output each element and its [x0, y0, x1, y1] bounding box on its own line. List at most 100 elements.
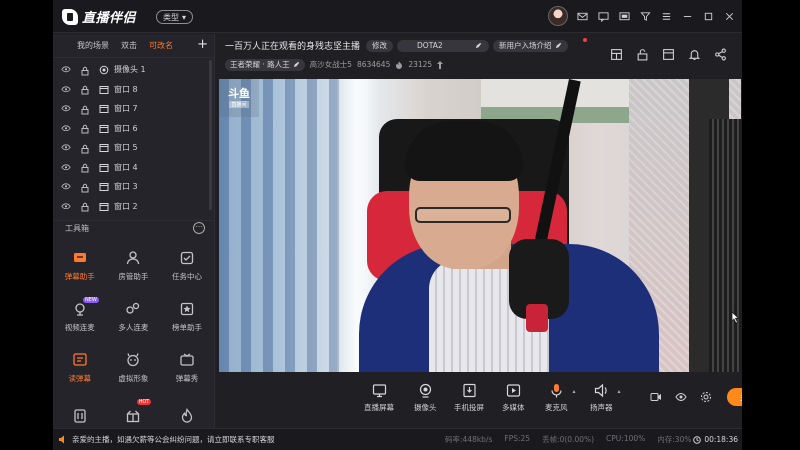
- pencil-icon: [293, 61, 299, 68]
- source-item[interactable]: 窗口 8: [53, 80, 214, 100]
- source-item[interactable]: 摄像头 1: [53, 60, 214, 80]
- announcement-icon: [59, 435, 64, 444]
- close-live-button[interactable]: 关闭直播: [727, 388, 742, 406]
- tab-renamable[interactable]: 可改名: [149, 40, 173, 51]
- lock-icon[interactable]: [80, 105, 90, 115]
- menu-icon[interactable]: [660, 10, 673, 23]
- maximize-icon[interactable]: [702, 10, 715, 23]
- bottom-tool-speaker[interactable]: 扬声器 ▴: [590, 383, 621, 413]
- bottom-tool-label: 摄像头: [414, 403, 437, 412]
- record-icon[interactable]: [650, 391, 662, 403]
- mail-icon[interactable]: [576, 10, 589, 23]
- screen-icon[interactable]: [618, 10, 631, 23]
- window-icon: [99, 85, 109, 94]
- lock-icon[interactable]: [80, 85, 90, 95]
- close-icon[interactable]: [723, 10, 736, 23]
- unlock-icon[interactable]: [636, 48, 649, 61]
- tool-label: 房管助手: [118, 271, 149, 281]
- eye-icon[interactable]: [61, 85, 71, 93]
- notice-text: 亲爱的主播，如遇欠薪等公会纠纷问题，请立即联系专职客服: [72, 435, 275, 444]
- tool-label: 弹幕助手: [64, 271, 95, 281]
- add-scene-button[interactable]: +: [197, 37, 208, 52]
- tab-double-click[interactable]: 双击: [121, 40, 137, 51]
- filter-icon[interactable]: [639, 10, 652, 23]
- message-icon[interactable]: [597, 10, 610, 23]
- tool-item[interactable]: 房管助手: [107, 240, 161, 291]
- eye-icon[interactable]: [61, 105, 71, 113]
- stand-grille: [709, 119, 741, 372]
- share-icon[interactable]: [714, 48, 727, 61]
- source-item[interactable]: 窗口 5: [53, 138, 214, 158]
- bottom-tool-microphone[interactable]: 麦克风 ▴: [545, 383, 576, 413]
- bottom-tool-screen-share[interactable]: 直播屏幕: [364, 383, 394, 413]
- camera-icon: [99, 65, 109, 75]
- toolbox-more-button[interactable]: ···: [193, 222, 205, 234]
- lock-icon[interactable]: [80, 144, 90, 154]
- source-item[interactable]: 窗口 2: [53, 197, 214, 217]
- eye-icon[interactable]: [61, 124, 71, 132]
- lock-icon[interactable]: [80, 66, 90, 76]
- category-selector[interactable]: DOTA2: [397, 39, 490, 52]
- eye-icon[interactable]: [61, 183, 71, 191]
- chevron-up-icon[interactable]: ▴: [572, 388, 575, 395]
- minimize-icon[interactable]: [681, 10, 694, 23]
- notification-dot: [583, 38, 587, 42]
- gear-icon[interactable]: [700, 391, 712, 403]
- tool-item[interactable]: NEW 视频连麦: [53, 291, 107, 342]
- eye-icon[interactable]: [61, 202, 71, 210]
- stream-preview[interactable]: 斗鱼 直播间: [219, 79, 741, 372]
- eye-icon[interactable]: [61, 163, 71, 171]
- chevron-up-icon[interactable]: ▴: [617, 388, 620, 395]
- tool-item[interactable]: 多人连麦: [107, 291, 161, 342]
- game-tag[interactable]: 王者荣耀 · 路人王: [225, 58, 305, 71]
- window-controls: [548, 6, 736, 26]
- tool-item[interactable]: 虚拟形象: [107, 342, 161, 393]
- tool-item[interactable]: 弹幕秀: [160, 342, 214, 393]
- avatar[interactable]: [548, 6, 568, 26]
- live-duration: 00:18:36: [704, 435, 738, 444]
- logo-text: 直播伴侣: [82, 11, 137, 26]
- source-item[interactable]: 窗口 6: [53, 119, 214, 139]
- window-icon: [99, 143, 109, 153]
- intro-button[interactable]: 新用户入场介绍: [493, 39, 568, 52]
- tool-item[interactable]: 任务中心: [160, 240, 214, 291]
- arrow-up-icon: [437, 60, 444, 69]
- preview-actions: [610, 48, 727, 61]
- mode-selector[interactable]: 类型 ▾: [156, 10, 194, 24]
- notice[interactable]: 亲爱的主播，如遇欠薪等公会纠纷问题，请立即联系专职客服: [58, 434, 275, 445]
- scene-panel-icon[interactable]: [662, 48, 675, 61]
- source-list: 摄像头 1 窗口 8 窗口 7 窗口 6 窗口 5 窗口 4 窗口 3 窗口 2: [53, 58, 214, 216]
- source-item[interactable]: 窗口 3: [53, 177, 214, 197]
- bottom-tool-multimedia[interactable]: 多媒体: [502, 383, 525, 413]
- lock-icon[interactable]: [80, 183, 90, 193]
- stream-stats: 码率:448kb/s FPS:25 丢帧:0(0.00%) CPU:100% 内…: [445, 434, 691, 445]
- tool-item[interactable]: 弹幕助手: [53, 240, 107, 291]
- tool-item[interactable]: 读弹幕: [53, 342, 107, 393]
- layout-icon[interactable]: [610, 48, 623, 61]
- tool-item[interactable]: 榜单助手: [160, 291, 214, 342]
- eye-icon[interactable]: [61, 66, 71, 74]
- tool-label: 榜单助手: [171, 322, 202, 332]
- room-manager-icon: [127, 250, 140, 264]
- source-list-scrollbar[interactable]: [209, 60, 212, 210]
- mouse-cursor-icon: [731, 311, 740, 324]
- edit-title-label: 修改: [372, 41, 388, 50]
- edit-title-button[interactable]: 修改: [366, 39, 394, 52]
- eye-icon[interactable]: [61, 144, 71, 152]
- lock-icon[interactable]: [80, 202, 90, 212]
- bottom-tool-phone-cast[interactable]: 手机投屏: [454, 383, 484, 413]
- stream-title: 一百万人正在观看的身残志坚主播: [225, 42, 361, 52]
- bell-icon[interactable]: [688, 48, 701, 61]
- bottom-tool-camera[interactable]: 摄像头: [414, 383, 437, 413]
- source-item[interactable]: 窗口 7: [53, 99, 214, 119]
- bottom-toolbar: 扬声器 ▴ 麦克风 ▴ 多媒体 手机投屏 摄像头 直播屏幕 关闭直播: [219, 376, 742, 420]
- task-center-icon: [180, 251, 194, 264]
- read-danmaku-icon: [73, 352, 87, 366]
- lock-icon[interactable]: [80, 124, 90, 134]
- lock-icon[interactable]: [80, 163, 90, 173]
- tab-my-scenes[interactable]: 我的场景: [77, 40, 109, 51]
- hair: [405, 121, 523, 181]
- source-item[interactable]: 窗口 4: [53, 158, 214, 178]
- eye-icon[interactable]: [675, 391, 687, 403]
- left-panel: 我的场景 双击 可改名 + 摄像头 1 窗口 8 窗口 7 窗口 6 窗口 5 窗口 4 窗…: [53, 34, 215, 428]
